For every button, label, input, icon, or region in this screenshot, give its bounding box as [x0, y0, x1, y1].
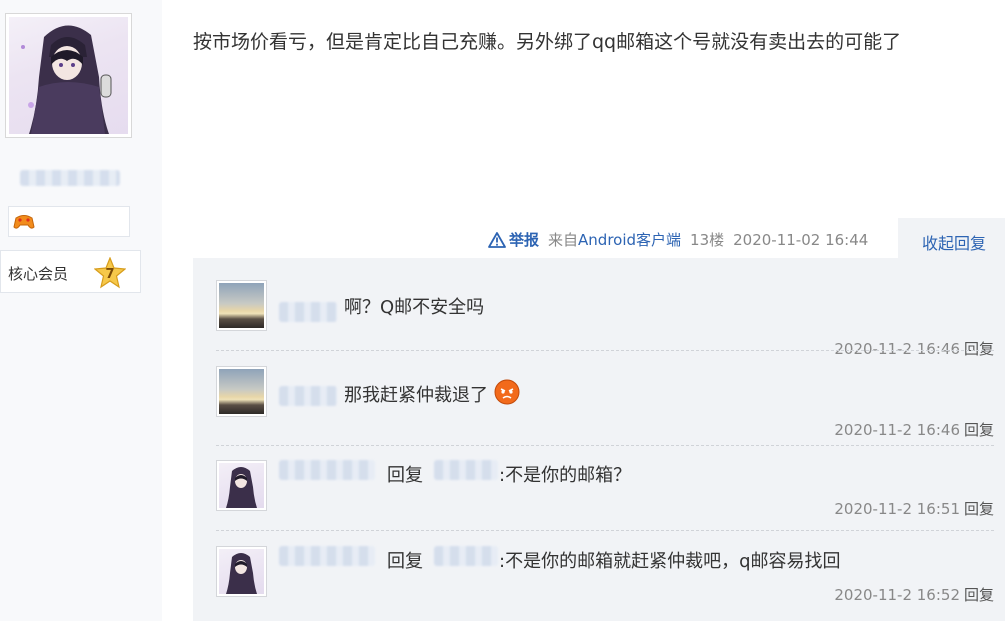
gamepad-badge-icon [13, 215, 35, 229]
reply-time: 2020-11-2 16:51 回复 [834, 500, 994, 518]
username-blurred[interactable] [20, 170, 120, 186]
reply-item: 那我赶紧仲裁退了 2020-11-2 16:46 回复 [216, 366, 994, 439]
reply-button[interactable]: 回复 [964, 421, 994, 439]
reply-prefix: 回复 [387, 551, 423, 572]
divider [216, 350, 994, 351]
reply-avatar[interactable] [216, 546, 267, 597]
reply-avatar[interactable] [216, 460, 267, 511]
reply-text: 那我赶紧仲裁退了 [344, 379, 520, 407]
client-link[interactable]: Android客户端 [578, 231, 681, 249]
reply-avatar[interactable] [216, 366, 267, 417]
divider [216, 445, 994, 446]
reply-username-blurred[interactable] [279, 460, 375, 480]
fold-replies-button[interactable]: 收起回复 [898, 218, 1005, 260]
reply-text: 啊？Q邮不安全吗 [344, 297, 485, 318]
floor-number: 13楼 [690, 231, 725, 249]
sunset-avatar-icon [219, 283, 264, 328]
hooded-girl-avatar-icon [219, 463, 264, 508]
reply-item: 回复 :不是你的邮箱就赶紧仲裁吧，q邮容易找回 2020-11-2 16:52 回… [216, 546, 994, 616]
hooded-girl-avatar-icon [219, 549, 264, 594]
report-label: 举报 [509, 231, 540, 249]
sunset-avatar-icon [219, 369, 264, 414]
angry-emoji-icon [494, 379, 520, 405]
author-sidebar: 核心会员 7 [0, 0, 162, 621]
post-meta: 举报 来自Android客户端 13楼 2020-11-02 16:44 [488, 229, 877, 250]
post-datetime: 2020-11-02 16:44 [733, 230, 869, 249]
reply-avatar[interactable] [216, 280, 267, 331]
post-content: 按市场价看亏，但是肯定比自己充赚。另外绑了qq邮箱这个号就没有卖出去的可能了 [193, 31, 902, 53]
reply-text: :不是你的邮箱就赶紧仲裁吧，q邮容易找回 [499, 551, 841, 572]
reply-button[interactable]: 回复 [964, 340, 994, 358]
reply-username-blurred[interactable] [279, 546, 375, 566]
author-avatar[interactable] [5, 13, 132, 138]
mentioned-user-blurred[interactable] [434, 546, 498, 566]
reply-text: :不是你的邮箱？ [499, 465, 632, 486]
reply-time: 2020-11-2 16:46 回复 [834, 421, 994, 439]
member-label: 核心会员 [8, 265, 69, 283]
level-star-icon: 7 [94, 257, 126, 289]
client-source: 来自Android客户端 [548, 231, 682, 249]
member-level-box[interactable]: 核心会员 7 [0, 250, 141, 293]
reply-button[interactable]: 回复 [964, 500, 994, 518]
divider [216, 530, 994, 531]
hooded-girl-avatar-icon [9, 17, 128, 134]
reply-item: 回复 :不是你的邮箱？ 2020-11-2 16:51 回复 [216, 460, 994, 530]
badge-box [8, 206, 130, 237]
reply-prefix: 回复 [387, 465, 423, 486]
reply-username-blurred[interactable] [279, 302, 337, 322]
reply-button[interactable]: 回复 [964, 586, 994, 604]
level-number: 7 [105, 267, 114, 282]
report-link[interactable]: 举报 [488, 229, 539, 250]
warning-icon [488, 231, 506, 248]
reply-time: 2020-11-2 16:52 回复 [834, 586, 994, 604]
reply-item: 啊？Q邮不安全吗 2020-11-2 16:46 回复 [216, 280, 994, 358]
reply-time: 2020-11-2 16:46 回复 [834, 340, 994, 358]
reply-username-blurred[interactable] [279, 386, 337, 406]
reply-panel: 啊？Q邮不安全吗 2020-11-2 16:46 回复 那我赶紧仲裁退了 2020… [193, 258, 1005, 621]
mentioned-user-blurred[interactable] [434, 460, 498, 480]
